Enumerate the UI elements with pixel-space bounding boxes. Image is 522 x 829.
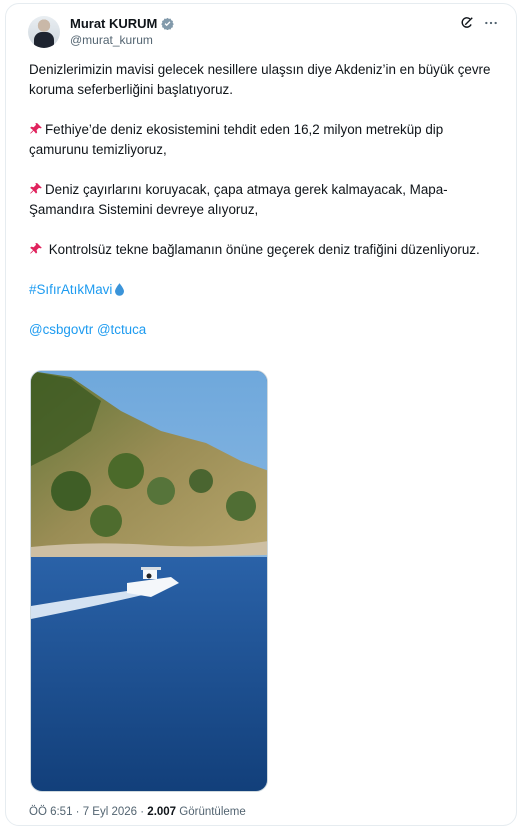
grok-icon[interactable] [460, 16, 474, 32]
tweet-time[interactable]: ÖÖ 6:51 [29, 806, 72, 818]
separator: · [72, 806, 83, 818]
mentions-paragraph: @csbgovtr @tctuca [29, 320, 499, 340]
droplet-icon [115, 283, 125, 296]
tweet-video[interactable] [30, 370, 268, 792]
tweet-date[interactable]: 7 Eyl 2026 [83, 806, 137, 818]
hashtag-paragraph: #SıfırAtıkMavi [29, 280, 499, 300]
author-handle[interactable]: @murat_kurum [70, 33, 153, 47]
verified-badge-icon [161, 17, 175, 30]
view-label: Görüntüleme [176, 806, 246, 818]
hashtag-link[interactable]: #SıfırAtıkMavi [29, 282, 112, 297]
author-name-row[interactable]: Murat KURUM [70, 16, 175, 31]
tweet-header: Murat KURUM @murat_kurum [28, 14, 498, 54]
tweet-paragraph-2: Fethiye’de deniz ekosistemini tehdit ede… [29, 120, 499, 160]
separator: · [137, 806, 148, 818]
tweet-paragraph-4-text: Kontrolsüz tekne bağlamanın önüne geçere… [45, 242, 480, 257]
more-icon[interactable] [484, 16, 498, 32]
tweet-paragraph-1: Denizlerimizin mavisi gelecek nesillere … [29, 62, 491, 97]
tweet-paragraph-3: Deniz çayırlarını koruyacak, çapa atmaya… [29, 180, 499, 220]
tweet-paragraph-2-text: Fethiye’de deniz ekosistemini tehdit ede… [29, 122, 444, 157]
tweet-meta: ÖÖ 6:51 · 7 Eyl 2026 · 2.007 Görüntüleme [29, 806, 246, 818]
avatar[interactable] [28, 16, 60, 48]
pushpin-icon [30, 183, 42, 194]
header-actions [460, 16, 498, 32]
video-frame [31, 371, 267, 791]
tweet-text: Denizlerimizin mavisi gelecek nesillere … [29, 60, 499, 360]
mention-link-1[interactable]: @csbgovtr [29, 322, 93, 337]
view-count: 2.007 [147, 806, 177, 818]
tweet-paragraph-4: Kontrolsüz tekne bağlamanın önüne geçere… [29, 240, 499, 260]
tweet-card: Murat KURUM @murat_kurum Denizlerimizin … [5, 3, 517, 826]
pushpin-icon [30, 123, 42, 134]
pushpin-icon [30, 243, 42, 254]
tweet-paragraph-3-text: Deniz çayırlarını koruyacak, çapa atmaya… [29, 182, 448, 217]
author-name[interactable]: Murat KURUM [70, 16, 157, 31]
mention-link-2[interactable]: @tctuca [97, 322, 146, 337]
